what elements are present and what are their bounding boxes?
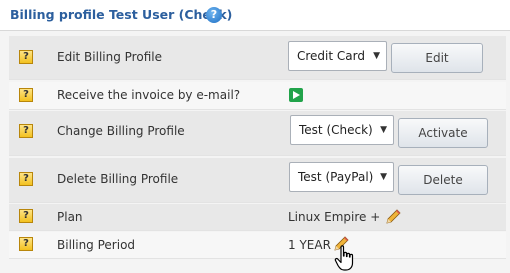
panel-header: Billing profile Test User (Check) ? <box>0 0 510 31</box>
row-label: Edit Billing Profile <box>57 50 162 64</box>
billing-period-value: 1 YEAR <box>288 238 331 252</box>
row-delete-billing-profile: ? Delete Billing Profile Test (PayPal) ▼… <box>9 158 506 203</box>
delete-profile-select[interactable]: Test (PayPal) ▼ <box>289 162 394 192</box>
row-label: Plan <box>57 210 83 224</box>
question-mark-icon[interactable]: ? <box>206 7 222 23</box>
play-icon[interactable] <box>289 88 303 102</box>
change-profile-select[interactable]: Test (Check) ▼ <box>290 115 394 145</box>
select-value: Test (Check) <box>299 123 373 137</box>
row-change-billing-profile: ? Change Billing Profile Test (Check) ▼ … <box>9 111 506 156</box>
billing-profile-select[interactable]: Credit Card ▼ <box>288 41 387 71</box>
activate-button[interactable]: Activate <box>398 118 488 148</box>
select-value: Credit Card <box>297 49 365 63</box>
hand-pointer-icon <box>334 245 354 271</box>
help-question-icon[interactable]: ? <box>19 172 33 186</box>
row-plan: ? Plan Linux Empire + <box>9 204 506 231</box>
edit-button[interactable]: Edit <box>391 43 483 73</box>
help-question-icon[interactable]: ? <box>19 88 33 102</box>
chevron-down-icon: ▼ <box>373 51 380 61</box>
chevron-down-icon: ▼ <box>380 125 387 135</box>
pencil-icon[interactable] <box>384 208 402 226</box>
row-billing-period: ? Billing Period 1 YEAR <box>9 232 506 259</box>
row-label: Receive the invoice by e-mail? <box>57 88 241 102</box>
row-receive-invoice-email: ? Receive the invoice by e-mail? <box>9 82 506 110</box>
page-title: Billing profile Test User (Check) <box>10 7 233 22</box>
help-question-icon[interactable]: ? <box>19 124 33 138</box>
help-question-icon[interactable]: ? <box>19 209 33 223</box>
chevron-down-icon: ▼ <box>380 172 387 182</box>
plan-value: Linux Empire + <box>288 210 381 224</box>
billing-profile-panel: Billing profile Test User (Check) ? ? Ed… <box>0 0 510 273</box>
row-label: Delete Billing Profile <box>57 172 179 186</box>
delete-button[interactable]: Delete <box>398 165 488 195</box>
help-question-icon[interactable]: ? <box>19 50 33 64</box>
row-label: Billing Period <box>57 238 136 252</box>
help-question-icon[interactable]: ? <box>19 237 33 251</box>
select-value: Test (PayPal) <box>298 170 374 184</box>
row-label: Change Billing Profile <box>57 124 185 138</box>
row-edit-billing-profile: ? Edit Billing Profile Credit Card ▼ Edi… <box>9 36 506 80</box>
